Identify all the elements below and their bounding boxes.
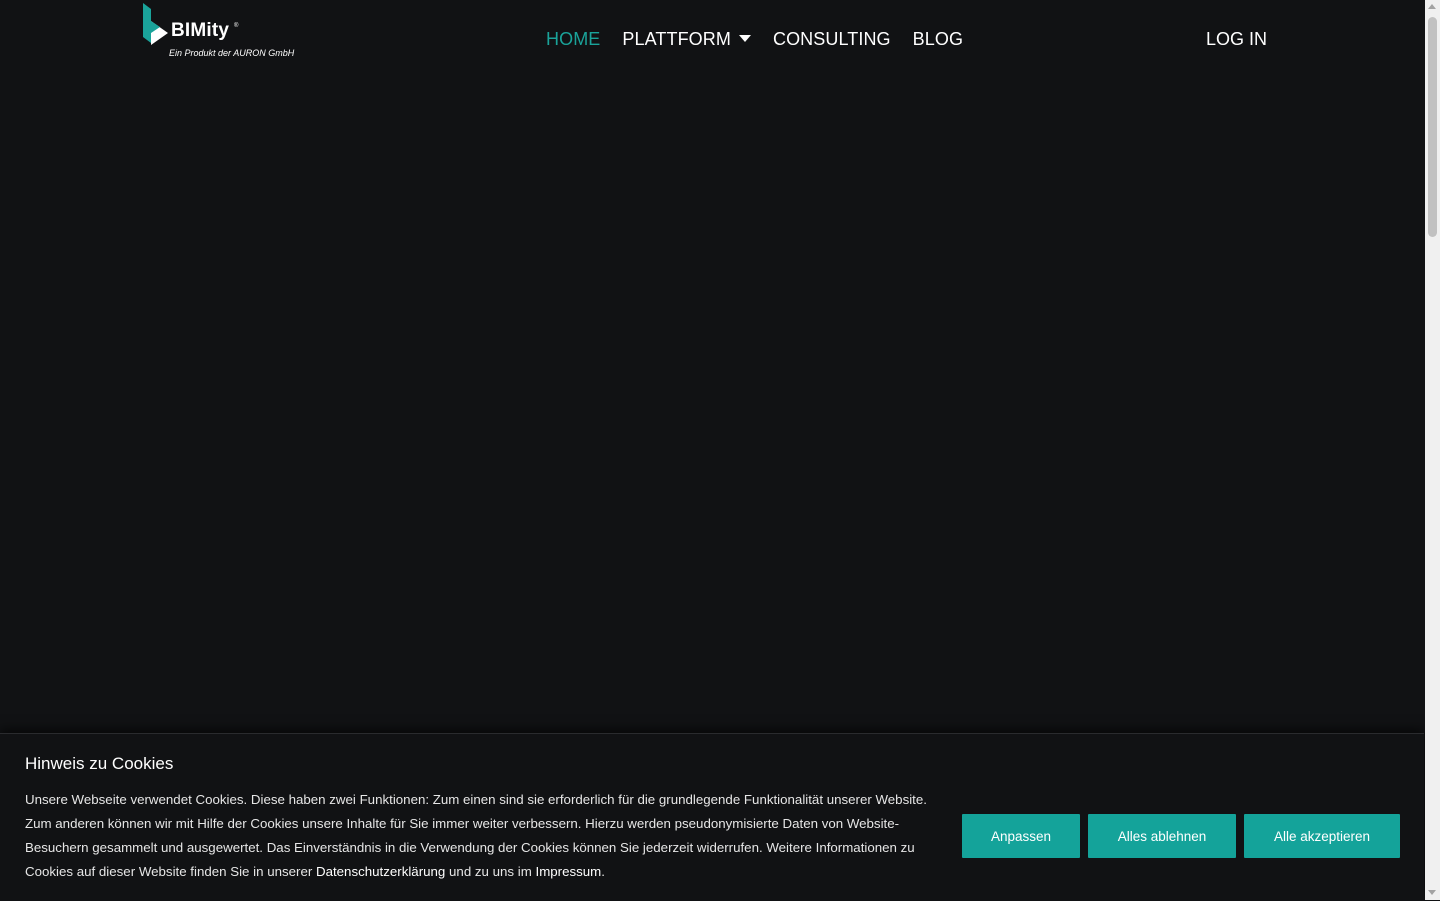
nav-item-label: CONSULTING — [772, 29, 891, 49]
nav-item-home[interactable]: HOME — [546, 29, 600, 50]
vertical-scrollbar[interactable] — [1425, 0, 1440, 900]
cookie-banner: Hinweis zu Cookies Unsere Webseite verwe… — [0, 733, 1424, 901]
login-link[interactable]: LOG IN — [1206, 29, 1267, 50]
page: BIMity ® Ein Produkt der AURON GmbH HOME… — [0, 0, 1425, 901]
cookie-banner-text: Unsere Webseite verwendet Cookies. Diese… — [25, 788, 945, 884]
cookie-text-part: und zu uns im — [445, 864, 536, 879]
chevron-down-icon — [738, 35, 751, 42]
imprint-link[interactable]: Impressum — [536, 864, 602, 879]
reject-all-button[interactable]: Alles ablehnen — [1088, 814, 1236, 858]
nav-item-label: PLATTFORM — [622, 29, 731, 49]
scroll-down-icon[interactable] — [1428, 890, 1436, 895]
accept-all-button[interactable]: Alle akzeptieren — [1244, 814, 1400, 858]
cookie-banner-title: Hinweis zu Cookies — [25, 754, 174, 773]
cookie-text-part: . — [601, 864, 605, 879]
brand-wordmark: BIMity — [171, 20, 230, 41]
logo-mark-icon — [143, 3, 168, 45]
customize-cookies-button[interactable]: Anpassen — [962, 814, 1080, 858]
brand-tagline: Ein Produkt der AURON GmbH — [169, 48, 295, 58]
registered-mark: ® — [234, 23, 239, 29]
scrollbar-thumb[interactable] — [1428, 17, 1437, 237]
nav-item-label: BLOG — [912, 29, 964, 49]
nav-item-label: HOME — [546, 29, 601, 49]
nav-item-consulting[interactable]: CONSULTING — [773, 29, 891, 50]
brand-logo[interactable]: BIMity ® Ein Produkt der AURON GmbH — [142, 3, 295, 61]
nav-item-plattform[interactable]: PLATTFORM — [622, 29, 751, 50]
scroll-up-icon[interactable] — [1428, 4, 1436, 9]
nav-item-blog[interactable]: BLOG — [913, 29, 963, 50]
main-nav: HOME PLATTFORM CONSULTING BLOG — [546, 29, 985, 50]
privacy-policy-link[interactable]: Datenschutzerklärung — [316, 864, 445, 879]
